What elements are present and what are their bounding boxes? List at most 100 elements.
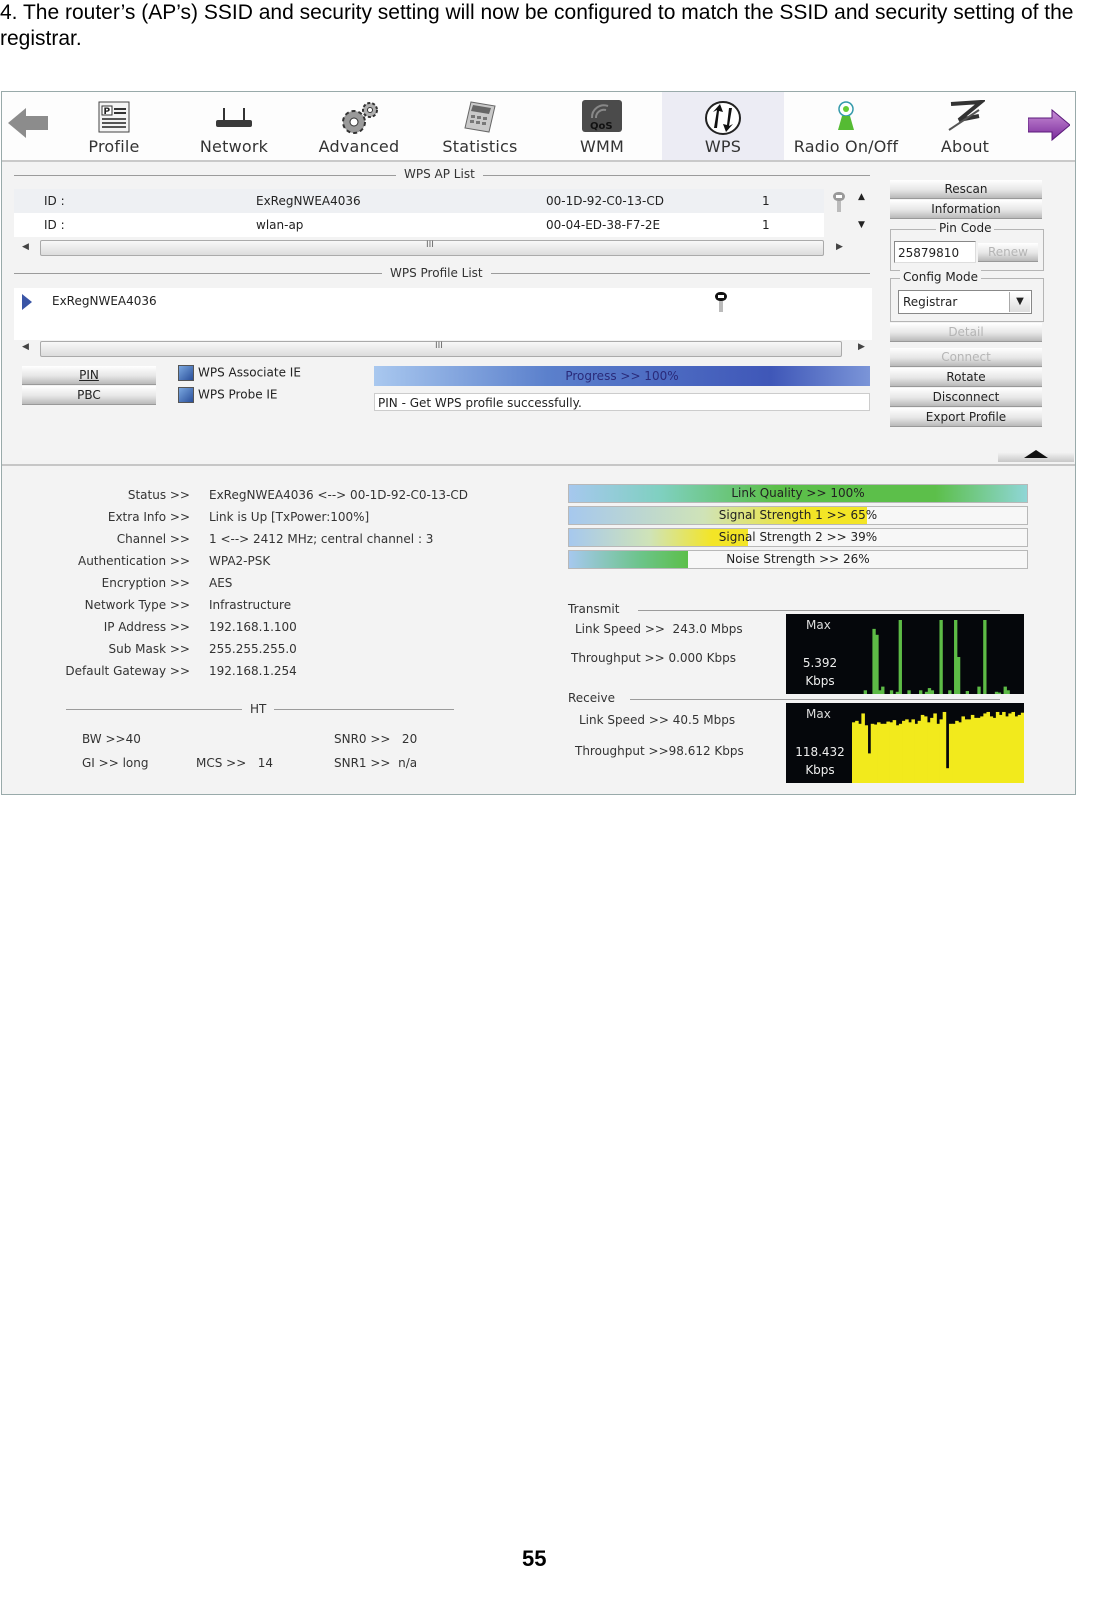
- connect-button[interactable]: Connect: [890, 348, 1042, 367]
- profile-list-item[interactable]: ExRegNWEA4036: [14, 288, 872, 314]
- status-info-label: IP Address >>: [103, 620, 190, 634]
- information-button[interactable]: Information: [890, 200, 1042, 219]
- receive-link-speed: Link Speed >> 40.5 Mbps: [579, 713, 736, 727]
- ap-list-horizontal-scrollbar[interactable]: III: [40, 240, 824, 256]
- chevron-down-icon[interactable]: ▼: [1009, 292, 1030, 312]
- transmit-graph-sample: [939, 620, 943, 694]
- signal-bar-noise: Noise Strength >> 26%: [568, 550, 1028, 569]
- receive-graph-sample: [861, 713, 865, 783]
- receive-graph-sample: [1014, 716, 1019, 783]
- toolbar-advanced-label: Advanced: [318, 137, 400, 156]
- selected-indicator-icon: [22, 294, 32, 314]
- toolbar-radio[interactable]: Radio On/Off: [784, 92, 908, 160]
- transmit-graph-sample: [965, 691, 970, 694]
- scroll-down-icon[interactable]: ▼: [858, 220, 865, 230]
- status-info-label: Status >>: [127, 488, 190, 502]
- toolbar-profile[interactable]: P Profile: [77, 92, 151, 160]
- svg-text:P: P: [104, 107, 111, 117]
- receive-graph-sample: [948, 723, 953, 783]
- scroll-up-icon[interactable]: ▲: [858, 192, 865, 202]
- ap-list-row[interactable]: ID : ExRegNWEA4036 00-1D-92-C0-13-CD 1: [14, 189, 845, 213]
- lock-icon: [832, 191, 846, 216]
- receive-graph-sample: [952, 723, 956, 783]
- ap-list-vertical-scrollbar[interactable]: ▲ ▼: [854, 192, 870, 238]
- receive-graph-sample: [855, 720, 859, 783]
- export-profile-button[interactable]: Export Profile: [890, 408, 1042, 427]
- svg-text:QoS: QoS: [590, 121, 613, 132]
- pbc-button-label: PBC: [77, 388, 101, 402]
- status-info-value: AES: [209, 576, 233, 590]
- scroll-grip: III: [435, 341, 443, 351]
- rotate-button[interactable]: Rotate: [890, 368, 1042, 387]
- ap-channel: 1: [762, 218, 770, 232]
- ap-ssid: ExRegNWEA4036: [256, 194, 361, 208]
- signal-bar-text: Link Quality >> 100%: [731, 486, 865, 500]
- collapse-up-icon[interactable]: [1024, 450, 1048, 458]
- receive-graph-sample: [989, 716, 994, 783]
- transmit-graph-plot: [863, 620, 1010, 694]
- toolbar-about[interactable]: About: [930, 92, 1000, 160]
- pin-code-field[interactable]: 25879810: [894, 241, 976, 263]
- scroll-grip: III: [426, 240, 434, 250]
- rescan-button[interactable]: Rescan: [890, 180, 1042, 199]
- wps-associate-ie-checkbox[interactable]: WPS Associate IE: [178, 365, 301, 381]
- scroll-right-icon[interactable]: ▶: [858, 342, 865, 352]
- wps-probe-ie-checkbox[interactable]: WPS Probe IE: [178, 387, 278, 403]
- scroll-left-icon[interactable]: ◀: [22, 242, 29, 252]
- receive-graph-value: 118.432: [795, 745, 845, 759]
- receive-graph-sample: [977, 717, 981, 783]
- receive-graph-sample: [942, 711, 947, 783]
- transmit-throughput: Throughput >> 0.000 Kbps: [571, 651, 736, 665]
- disconnect-button[interactable]: Disconnect: [890, 388, 1042, 407]
- profile-list-horizontal-scrollbar[interactable]: III: [40, 341, 842, 357]
- toolbar-network-label: Network: [199, 137, 269, 156]
- ap-list-row[interactable]: ID : wlan-ap 00-04-ED-38-F7-2E 1: [14, 213, 824, 237]
- signal-bar-text: Noise Strength >> 26%: [726, 552, 870, 566]
- transmit-graph-sample: [977, 686, 981, 694]
- profile-icon: P: [97, 100, 131, 138]
- status-info-label: Sub Mask >>: [108, 642, 191, 656]
- config-mode-select[interactable]: Registrar ▼: [898, 290, 1032, 314]
- renew-button[interactable]: Renew: [978, 243, 1038, 262]
- toolbar-wmm[interactable]: QoS WMM: [562, 92, 642, 160]
- pin-code-title: Pin Code: [936, 221, 995, 235]
- detail-button[interactable]: Detail: [890, 323, 1042, 342]
- receive-graph-sample: [905, 719, 909, 783]
- receive-graph-sample: [1002, 711, 1006, 783]
- caption-text: 4. The router’s (AP’s) SSID and security…: [0, 1, 1074, 50]
- toolbar-statistics-label: Statistics: [442, 137, 518, 156]
- config-mode-title: Config Mode: [900, 270, 982, 284]
- pbc-button[interactable]: PBC: [22, 386, 156, 405]
- pin-button[interactable]: PIN: [22, 366, 156, 385]
- receive-graph-sample: [886, 721, 890, 783]
- scroll-right-icon[interactable]: ▶: [836, 242, 843, 252]
- transmit-graph-max: Max: [806, 618, 831, 632]
- ht-mcs: MCS >> 14: [196, 756, 273, 770]
- toolbar-profile-label: Profile: [88, 137, 140, 156]
- transmit-graph-sample: [994, 691, 999, 694]
- status-info-label: Default Gateway >>: [65, 664, 190, 678]
- receive-graph-sample: [1011, 711, 1016, 783]
- toolbar-advanced[interactable]: Advanced: [310, 92, 408, 160]
- wps-ap-list-title: WPS AP List: [396, 167, 483, 181]
- ht-title: HT: [242, 702, 275, 716]
- toolbar-network[interactable]: Network: [192, 92, 276, 160]
- transmit-graph-sample: [930, 690, 935, 694]
- receive-graph: Max 118.432 Kbps: [786, 703, 1024, 783]
- signal-bar-signal: Signal Strength 2 >> 39%: [568, 528, 1028, 547]
- receive-graph-sample: [998, 714, 1003, 783]
- back-arrow-icon[interactable]: [8, 106, 48, 144]
- receive-graph-sample: [920, 714, 925, 783]
- toolbar-statistics[interactable]: Statistics: [434, 92, 526, 160]
- receive-graph-sample: [983, 713, 987, 783]
- toolbar-wps[interactable]: WPS: [662, 92, 784, 160]
- receive-graph-sample: [967, 719, 972, 783]
- scroll-left-icon[interactable]: ◀: [22, 342, 29, 352]
- status-info-label: Network Type >>: [84, 598, 190, 612]
- receive-graph-sample: [927, 722, 931, 783]
- ap-bssid: 00-04-ED-38-F7-2E: [546, 218, 661, 232]
- status-info-value: 192.168.1.254: [209, 664, 297, 678]
- transmit-graph-sample: [889, 690, 894, 694]
- receive-graph-sample: [945, 768, 950, 783]
- forward-arrow-icon[interactable]: [1027, 108, 1071, 146]
